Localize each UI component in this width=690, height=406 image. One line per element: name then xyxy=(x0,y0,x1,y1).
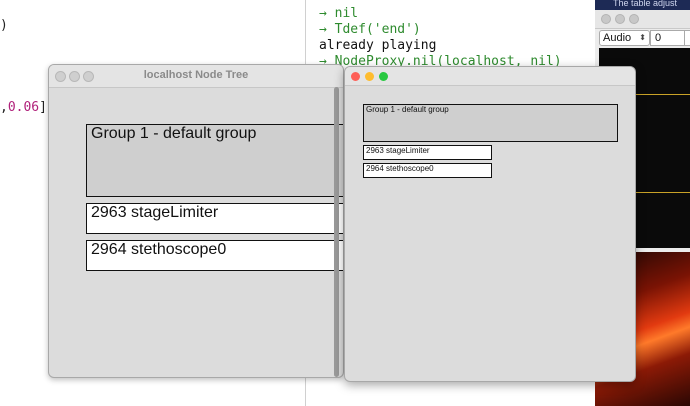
channel-count-field[interactable] xyxy=(684,30,690,46)
zoom-button[interactable] xyxy=(629,14,639,24)
minimize-button[interactable] xyxy=(365,72,374,81)
chevron-updown-icon: ⬍ xyxy=(639,33,646,42)
scope-controls: Audio ⬍ 0 xyxy=(595,28,690,48)
scrollbar[interactable] xyxy=(334,87,339,377)
post-line: already playing xyxy=(319,38,437,53)
close-button[interactable] xyxy=(351,72,360,81)
synth-node[interactable]: 2963 stageLimiter xyxy=(363,145,492,160)
synth-node[interactable]: 2964 stethoscope0 xyxy=(363,163,492,178)
node-tree-window-active[interactable]: Group 1 - default group 2963 stageLimite… xyxy=(344,66,636,382)
window-titlebar[interactable]: localhost Node Tree xyxy=(49,65,343,88)
scope-titlebar[interactable] xyxy=(595,10,690,29)
post-line: → Tdef('end') xyxy=(319,22,421,37)
window-titlebar[interactable] xyxy=(345,67,635,86)
code-number: 0.06 xyxy=(7,100,40,115)
group-node[interactable]: Group 1 - default group xyxy=(363,104,618,142)
background-header-text: The table adjust xyxy=(613,0,678,8)
close-button[interactable] xyxy=(601,14,611,24)
window-title: localhost Node Tree xyxy=(143,69,249,81)
zoom-button[interactable] xyxy=(379,72,388,81)
group-node[interactable]: Group 1 - default group xyxy=(86,124,343,197)
rate-select[interactable]: Audio ⬍ xyxy=(599,30,650,46)
minimize-button[interactable] xyxy=(615,14,625,24)
code-line: ) xyxy=(0,18,8,33)
background-window-strip: The table adjust xyxy=(595,0,690,10)
synth-node[interactable]: 2964 stethoscope0 xyxy=(86,240,343,271)
channel-field[interactable]: 0 xyxy=(650,30,686,46)
rate-select-value: Audio xyxy=(603,32,632,44)
post-line: → nil xyxy=(319,6,359,21)
node-tree-window[interactable]: localhost Node Tree Group 1 - default gr… xyxy=(48,64,344,378)
synth-node[interactable]: 2963 stageLimiter xyxy=(86,203,343,234)
